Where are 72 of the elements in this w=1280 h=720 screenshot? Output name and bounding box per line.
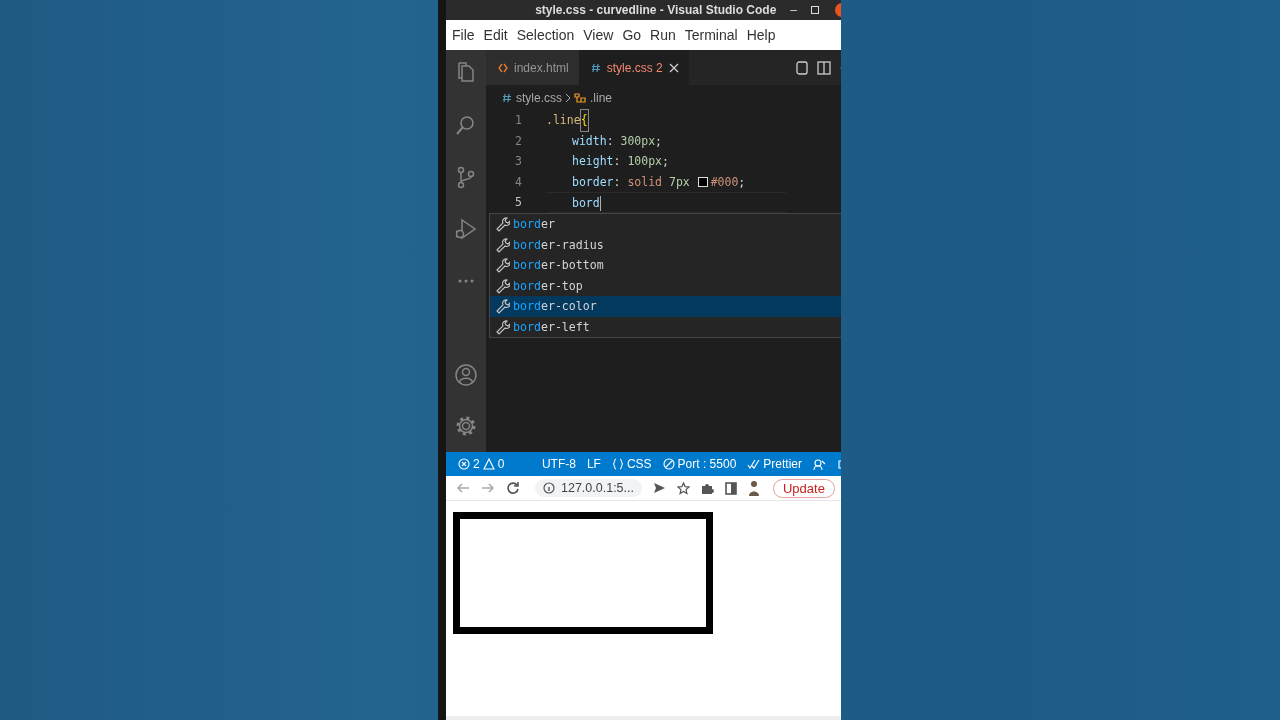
avatar-icon[interactable] (748, 480, 760, 496)
send-icon[interactable] (653, 482, 666, 494)
blocked-icon (662, 458, 675, 470)
wrench-icon (494, 257, 510, 274)
address-field[interactable]: 127.0.0.1:5... (535, 479, 642, 497)
suggestion-item[interactable]: border-color (490, 296, 841, 317)
code-line: bord (571, 194, 602, 213)
play-bug-icon[interactable] (454, 217, 478, 241)
status-item[interactable]: UTF-8 (541, 457, 576, 471)
menu-item[interactable]: Go (622, 25, 642, 45)
suggestion-item[interactable]: border-radius (490, 234, 841, 255)
suggestion-item[interactable]: border (490, 214, 841, 235)
code-brackets-icon (498, 62, 508, 73)
account-icon[interactable] (454, 363, 478, 387)
line-number: 1 (514, 112, 522, 129)
language-status[interactable]: CSS (611, 457, 652, 471)
menu-item[interactable]: File (452, 25, 475, 45)
menu-item[interactable]: Help (746, 25, 776, 45)
wrench-icon (494, 318, 510, 335)
menu-item[interactable]: View (583, 25, 614, 45)
forward-icon[interactable] (481, 482, 495, 494)
double-check-icon (747, 458, 761, 470)
suggestion-item[interactable]: border-bottom (490, 255, 841, 276)
breadcrumb-item[interactable]: .line (574, 90, 613, 105)
window-title: style.css - curvedline - Visual Studio Code (535, 3, 777, 17)
update-button[interactable]: Update (773, 478, 835, 498)
split-editor-icon[interactable] (817, 60, 831, 75)
symbol-icon (574, 91, 586, 104)
back-icon[interactable] (456, 482, 470, 494)
menu-item[interactable]: Selection (516, 25, 575, 45)
code-line: border: solid 7px #000; (571, 173, 746, 191)
line-number: 4 (514, 173, 522, 191)
editor-tab[interactable]: style.css 2 (578, 50, 689, 85)
suggestion-item[interactable]: border-top (490, 275, 841, 296)
line-number: 2 (514, 132, 522, 150)
reload-icon[interactable] (506, 481, 520, 495)
code-line: .line{ (546, 110, 588, 131)
puzzle-icon[interactable] (701, 481, 714, 495)
menu-item[interactable]: Run (650, 25, 676, 45)
info-icon (543, 482, 555, 494)
line-number: 3 (514, 153, 522, 170)
chevron-icon (565, 92, 571, 103)
suggestion-item[interactable]: border-left (490, 316, 841, 337)
feedback-icon[interactable] (813, 457, 826, 471)
prettier-status[interactable]: Prettier (747, 457, 802, 471)
code-line: height: 100px; (571, 153, 669, 170)
settings-icon[interactable] (454, 414, 478, 438)
wrench-icon (494, 236, 510, 253)
status-item[interactable]: LF (586, 457, 601, 471)
close-icon[interactable] (668, 62, 679, 73)
minimize-button[interactable]: – (790, 3, 797, 17)
error-icon (458, 458, 470, 470)
menu-item[interactable]: Terminal (684, 25, 738, 45)
line-number: 5 (514, 194, 522, 211)
wrench-icon (494, 216, 510, 233)
code-line: width: 300px; (571, 132, 663, 150)
sidebar-icon[interactable] (725, 481, 737, 495)
maximize-icon[interactable] (811, 6, 819, 14)
problems-status[interactable]: 2 0 (458, 457, 505, 471)
toggle-icon[interactable] (795, 60, 809, 75)
port-status[interactable]: Port : 5500 (662, 457, 737, 471)
hash-icon (590, 62, 601, 73)
editor-tab[interactable]: index.html (486, 50, 579, 85)
star-icon[interactable] (677, 481, 690, 495)
wrench-icon (494, 277, 510, 294)
close-button[interactable] (833, 3, 841, 17)
braces-icon (611, 458, 624, 470)
wrench-icon (494, 298, 510, 315)
warning-icon (482, 458, 495, 470)
menu-item[interactable]: Edit (483, 25, 508, 45)
hash-icon (502, 92, 512, 103)
breadcrumb-item[interactable]: style.css (502, 90, 562, 105)
